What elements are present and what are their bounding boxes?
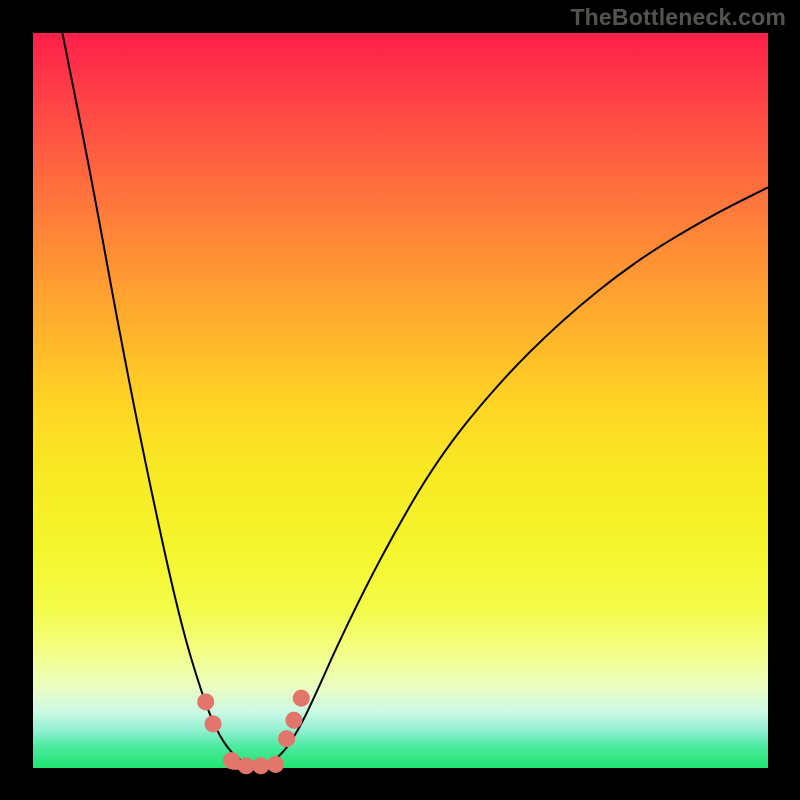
- marker-dot: [238, 758, 254, 774]
- marker-dot: [293, 690, 309, 706]
- marker-dot: [253, 758, 269, 774]
- bottleneck-curve: [62, 33, 768, 767]
- marker-dot: [286, 712, 302, 728]
- marker-dot: [205, 716, 221, 732]
- marker-dot: [223, 753, 239, 769]
- plot-area: [33, 33, 768, 768]
- marker-dot: [279, 731, 295, 747]
- marker-group: [198, 690, 310, 774]
- watermark-text: TheBottleneck.com: [570, 4, 786, 31]
- marker-dot: [198, 694, 214, 710]
- curve-svg: [33, 33, 768, 768]
- marker-dot: [268, 756, 284, 772]
- chart-frame: TheBottleneck.com: [0, 0, 800, 800]
